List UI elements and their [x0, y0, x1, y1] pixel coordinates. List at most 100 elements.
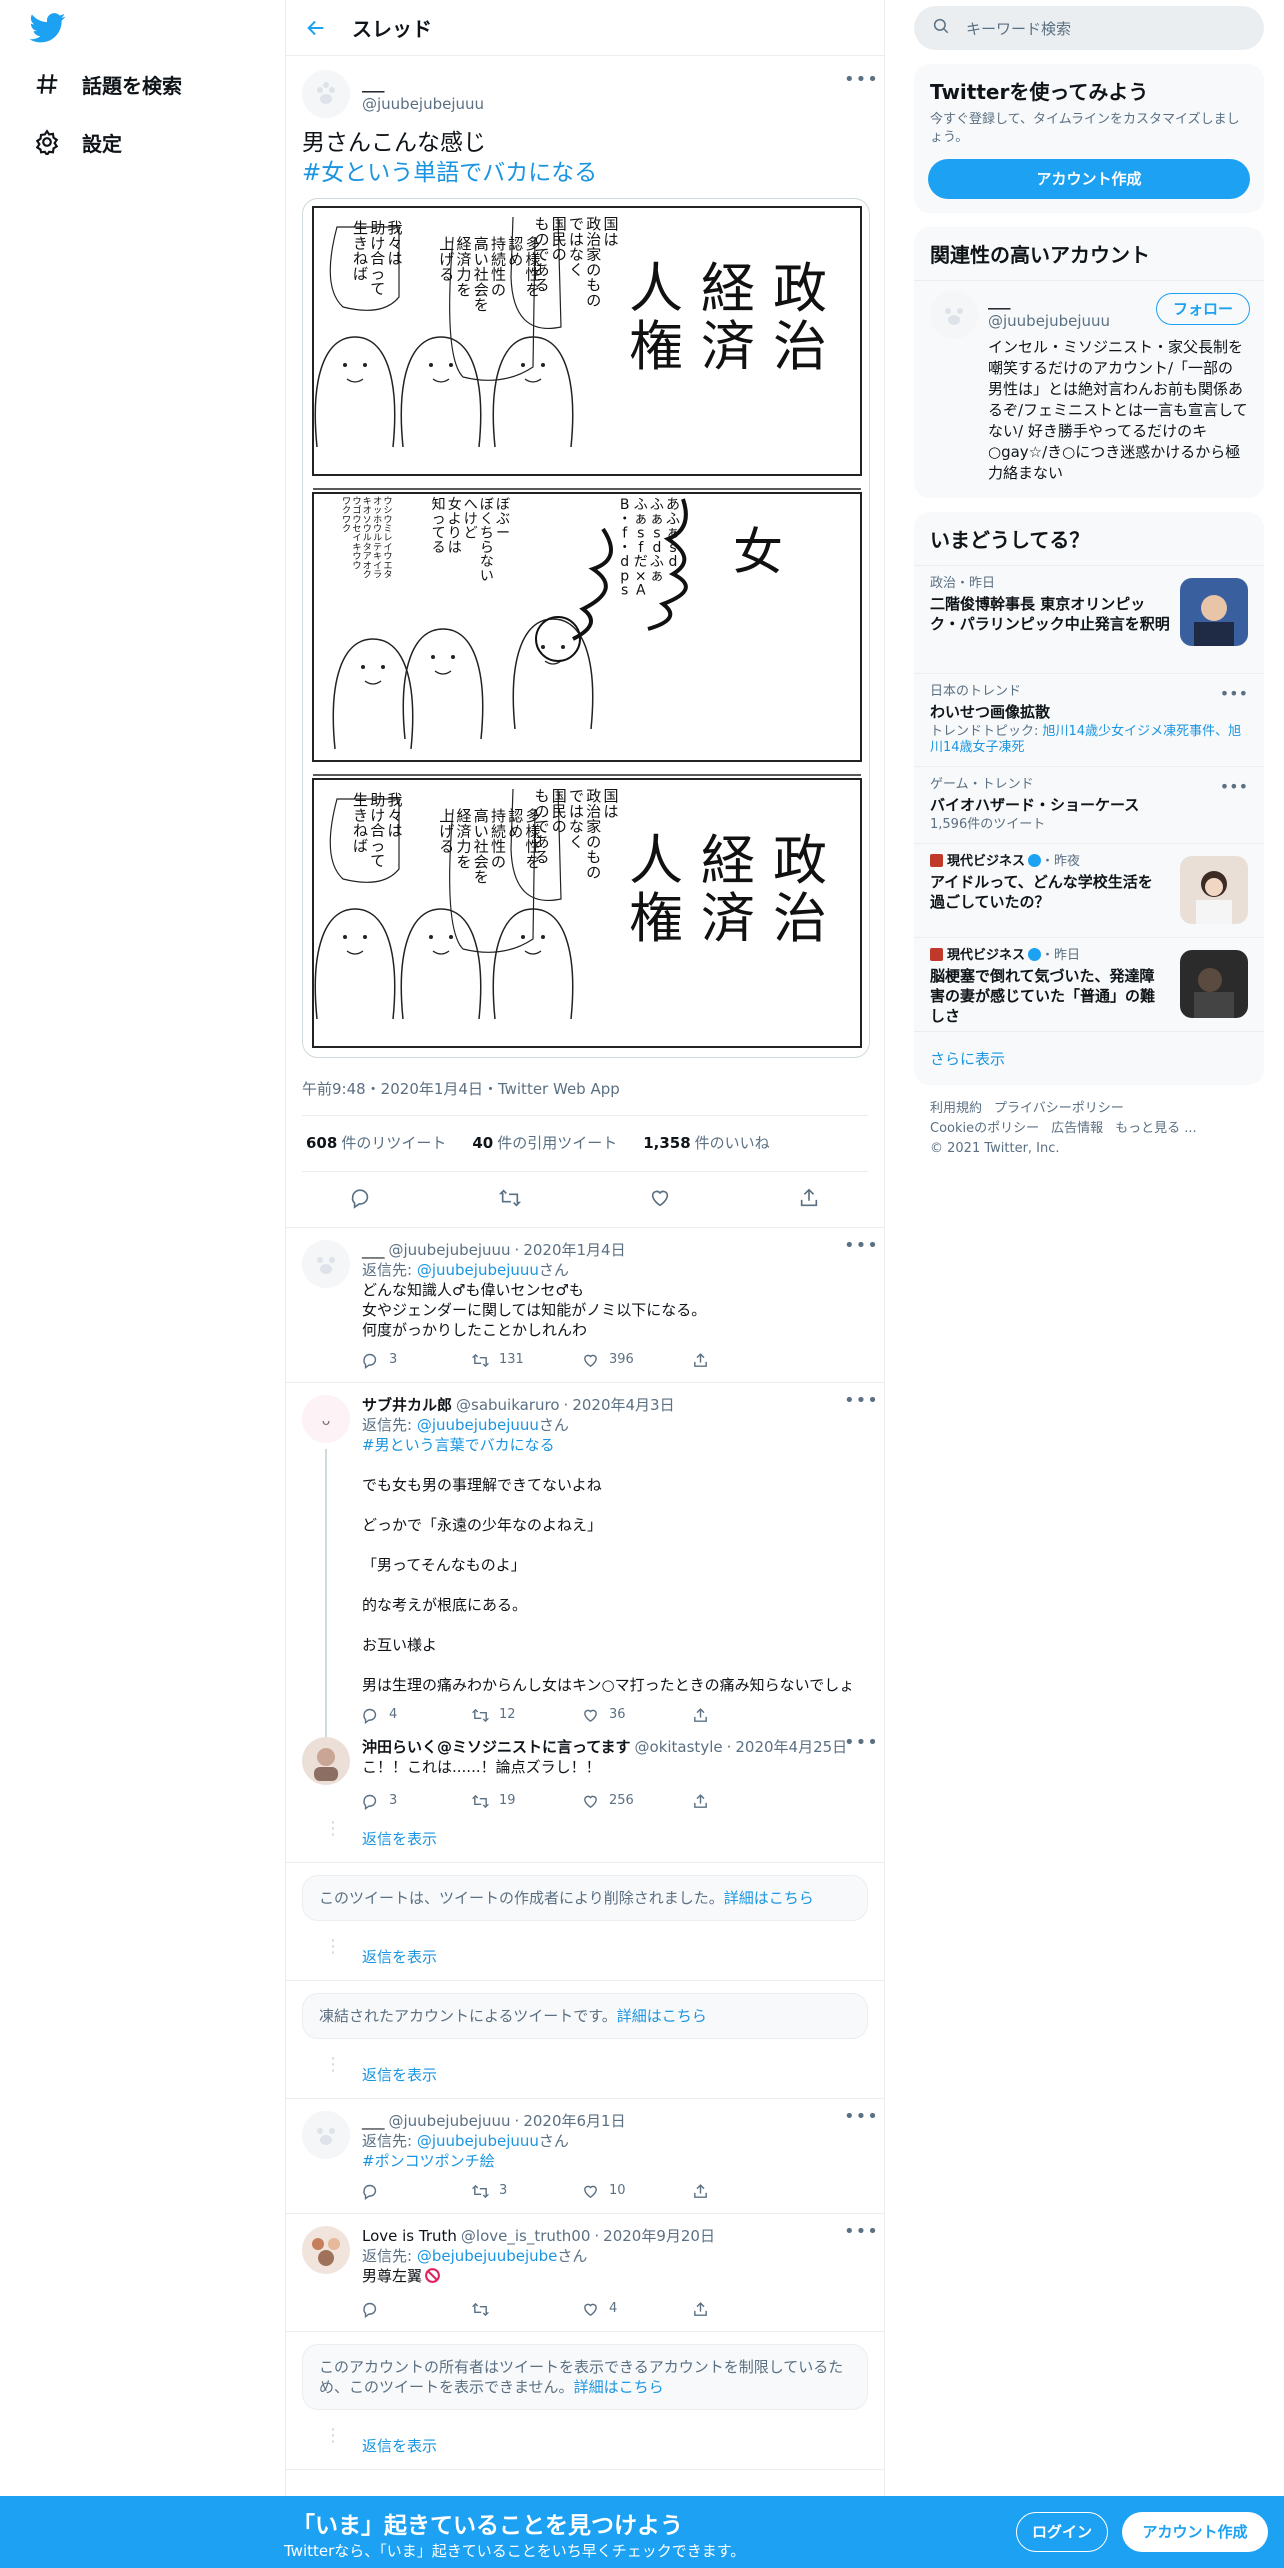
more-icon[interactable]: ••• [844, 2108, 878, 2131]
follow-button[interactable]: フォロー [1156, 293, 1250, 325]
login-button[interactable]: ログイン [1016, 2512, 1108, 2552]
trend-item[interactable]: 現代ビジネス ・昨日 脳梗塞で倒れて気づいた、発達障害の妻が感じていた「普通」の難… [914, 937, 1264, 1031]
like-button[interactable]: 4 [582, 2299, 692, 2319]
twitter-logo-icon[interactable] [29, 12, 66, 44]
retweet-button[interactable]: 19 [472, 1791, 582, 1811]
avatar[interactable] [302, 1240, 350, 1288]
handle[interactable]: @love_is_truth00 [461, 2226, 590, 2246]
like-icon[interactable] [649, 1187, 671, 1213]
learn-more-link[interactable]: 詳細はこちら [574, 2378, 664, 2396]
display-name[interactable]: 沖田らいく@ミソジニストに言ってます [362, 1737, 631, 1757]
display-name[interactable]: ___ [362, 2111, 385, 2131]
reply-button[interactable]: 3 [362, 1350, 472, 1370]
retweet-icon[interactable] [499, 1187, 522, 1213]
back-arrow-icon[interactable] [288, 0, 344, 56]
show-replies-link[interactable]: ⋮ 返信を表示 [286, 2051, 884, 2099]
more-icon[interactable]: ••• [844, 71, 878, 94]
more-icon[interactable]: ••• [1220, 684, 1248, 703]
reply-tweet[interactable]: ••• ___ @juubejubejuuu · 2020年6月1日 返信先: @ju… [286, 2099, 884, 2214]
tweet-date[interactable]: 2020年4月3日 [572, 1395, 674, 1415]
footer-link[interactable]: 利用規約 [930, 1101, 982, 1116]
share-button[interactable] [692, 1350, 802, 1370]
trend-item[interactable]: 政治・昨日 二階俊博幹事長 東京オリンピック・パラリンピック中止発言を釈明 [914, 565, 1264, 673]
search-box[interactable]: キーワード検索 [914, 6, 1264, 50]
more-icon[interactable]: ••• [844, 2223, 878, 2246]
create-account-button[interactable]: アカウント作成 [928, 159, 1250, 199]
avatar[interactable] [302, 2226, 350, 2274]
mention-link[interactable]: @juubejubejuuu [417, 1416, 539, 1434]
retweet-button[interactable] [472, 2299, 582, 2319]
more-icon[interactable]: ••• [844, 1237, 878, 1260]
footer-link[interactable]: プライバシーポリシー [994, 1101, 1124, 1116]
like-button[interactable]: 10 [582, 2181, 692, 2201]
avatar[interactable] [930, 291, 978, 339]
tweet-date[interactable]: 2020年6月1日 [523, 2111, 625, 2131]
display-name[interactable]: ___ [362, 74, 484, 94]
reply-icon[interactable] [350, 1187, 372, 1213]
show-replies-link[interactable]: ⋮ 返信を表示 [286, 2422, 884, 2470]
tweet-date[interactable]: 2020年1月4日 [523, 1240, 625, 1260]
footer-link[interactable]: Cookieのポリシー [930, 1121, 1039, 1136]
show-replies-link[interactable]: ⋮ 返信を表示 [286, 1933, 884, 1981]
handle[interactable]: @juubejubejuuu [362, 94, 484, 114]
share-button[interactable] [692, 1791, 802, 1811]
display-name[interactable]: サブ井カル郎 [362, 1395, 452, 1415]
footer-link[interactable]: もっと見る ... [1115, 1121, 1197, 1136]
handle[interactable]: @sabuikaruro [456, 1395, 560, 1415]
like-button[interactable]: 396 [582, 1350, 692, 1370]
hashtag-link[interactable]: #男という言葉でバカになる [362, 1435, 868, 1455]
avatar[interactable] [302, 70, 350, 118]
more-icon[interactable]: ••• [844, 1392, 878, 1415]
retweet-stat[interactable]: 608 件のリツイート [306, 1132, 446, 1155]
learn-more-link[interactable]: 詳細はこちら [724, 1889, 814, 1907]
reply-tweet[interactable]: ••• 沖田らいく@ミソジニストに言ってます @okitastyle · 2020年4… [286, 1731, 884, 1815]
share-button[interactable] [692, 2299, 802, 2319]
reply-tweet[interactable]: ••• ___ @juubejubejuuu · 2020年1月4日 返信先: @ju… [286, 1228, 884, 1383]
learn-more-link[interactable]: 詳細はこちら [617, 2007, 707, 2025]
more-icon[interactable]: ••• [1220, 777, 1248, 796]
tweet-date[interactable]: 2020年9月20日 [603, 2226, 715, 2246]
signup-button[interactable]: アカウント作成 [1122, 2512, 1268, 2552]
like-button[interactable]: 36 [582, 1705, 692, 1725]
related-account[interactable]: ___ @juubejubejuuu インセル・ミソジニスト・家父長制を嘲笑する… [914, 280, 1264, 498]
share-button[interactable] [692, 2181, 802, 2201]
show-replies-link[interactable]: ⋮ 返信を表示 [286, 1815, 884, 1863]
avatar[interactable] [302, 1737, 350, 1785]
share-icon[interactable] [798, 1187, 820, 1213]
avatar[interactable] [302, 2111, 350, 2159]
reply-button[interactable] [362, 2181, 472, 2201]
nav-explore[interactable]: 話題を検索 [32, 60, 182, 108]
reply-button[interactable]: 4 [362, 1705, 472, 1725]
handle[interactable]: @juubejubejuuu [389, 2111, 511, 2131]
mention-link[interactable]: @juubejubejuuu [417, 1261, 539, 1279]
trend-item[interactable]: ゲーム・トレンド ••• バイオハザード・ショーケース 1,596件のツイート [914, 766, 1264, 843]
retweet-button[interactable]: 3 [472, 2181, 582, 2201]
reply-tweet[interactable]: ••• Love is Truth @love_is_truth00 · 2020年9… [286, 2214, 884, 2332]
trend-item[interactable]: 現代ビジネス ・昨夜 アイドルって、どんな学校生活を過ごしていたの？ [914, 843, 1264, 937]
retweet-button[interactable]: 12 [472, 1705, 582, 1725]
tweet-date[interactable]: 2020年4月25日 [735, 1737, 847, 1757]
tweet-image[interactable]: 政治経済人権国は政治家のものではなく国民のものである多様性を認め持続性の高い社会… [302, 198, 870, 1058]
handle[interactable]: @juubejubejuuu [389, 1240, 511, 1260]
reply-button[interactable]: 3 [362, 1791, 472, 1811]
more-icon[interactable]: ••• [844, 1734, 878, 1757]
mention-link[interactable]: @juubejubejuuu [417, 2132, 539, 2150]
nav-settings[interactable]: 設定 [32, 118, 122, 166]
hashtag-link[interactable]: #ポンコツポンチ絵 [362, 2151, 868, 2171]
display-name[interactable]: Love is Truth [362, 2226, 457, 2246]
quote-stat[interactable]: 40 件の引用ツイート [472, 1132, 617, 1155]
like-stat[interactable]: 1,358 件のいいね [643, 1132, 769, 1155]
trend-item[interactable]: 日本のトレンド ••• わいせつ画像拡散 トレンドトピック: 旭川14歳少女イジ… [914, 673, 1264, 766]
tweet-timestamp[interactable]: 午前9:48・2020年1月4日・Twitter Web App [302, 1078, 868, 1116]
reply-tweet[interactable]: ᴗ ••• サブ井カル郎 @sabuikaruro · 2020年4月3日 返信先: … [286, 1383, 884, 1739]
reply-button[interactable] [362, 2299, 472, 2319]
handle[interactable]: @okitastyle [635, 1737, 723, 1757]
like-button[interactable]: 256 [582, 1791, 692, 1811]
mention-link[interactable]: @bejubejuubejube [417, 2247, 558, 2265]
search-input[interactable]: キーワード検索 [966, 18, 1071, 39]
tweet-author[interactable]: ___ @juubejubejuuu [302, 68, 868, 120]
show-more-link[interactable]: さらに表示 [914, 1031, 1264, 1085]
display-name[interactable]: ___ [362, 1240, 385, 1260]
share-button[interactable] [692, 1705, 802, 1725]
hashtag-link[interactable]: #女という単語でバカになる [302, 158, 868, 188]
